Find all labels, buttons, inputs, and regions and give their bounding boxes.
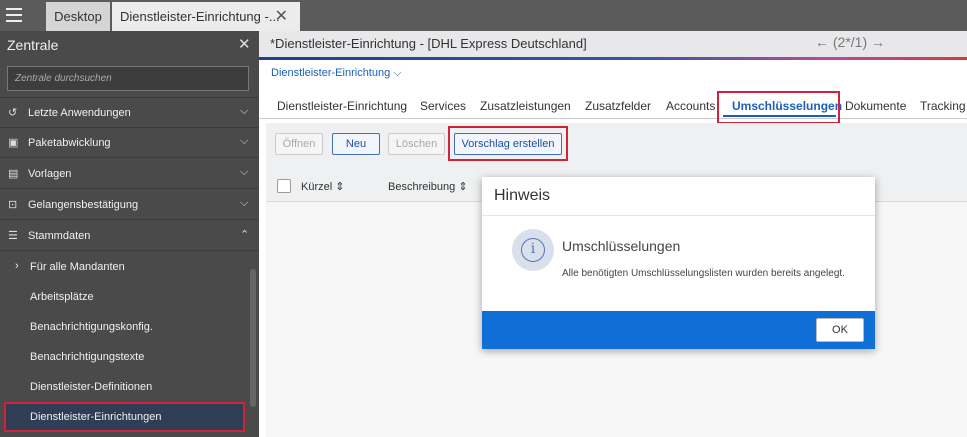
chevron-down-icon: ⌵ (240, 105, 249, 117)
tab-tracking[interactable]: Tracking (920, 99, 966, 113)
tab-dienstleister-einrichtung[interactable]: Dienstleister-Einrichtung (277, 99, 407, 113)
database-icon: ☰ (8, 230, 18, 242)
column-kuerzel[interactable]: Kürzel ⇕ (301, 180, 344, 193)
arrow-right-icon[interactable]: → (871, 34, 885, 50)
arrow-left-icon[interactable]: ← (815, 34, 829, 50)
info-dialog: Hinweis i Umschlüsselungen Alle benötigt… (482, 177, 875, 349)
sidebar-subitem-dienstleister-definitionen[interactable]: Dienstleister-Definitionen (0, 372, 250, 402)
sidebar-subitem-arbeitsplaetze[interactable]: Arbeitsplätze (0, 282, 250, 312)
new-button[interactable]: Neu (332, 133, 380, 155)
close-icon[interactable]: ✕ (275, 2, 288, 31)
detail-tabs: Dienstleister-Einrichtung Services Zusat… (259, 93, 967, 119)
sidebar-subitem-label: Arbeitsplätze (30, 291, 94, 303)
tab-zusatzfelder[interactable]: Zusatzfelder (585, 99, 651, 113)
sidebar-subitem-label: Dienstleister-Einrichtungen (30, 411, 162, 423)
chevron-down-icon: ⌵ (393, 67, 402, 79)
column-label: Kürzel (301, 181, 333, 193)
divider (482, 215, 875, 216)
tab-dokumente[interactable]: Dokumente (845, 99, 906, 113)
package-icon: ▣ (8, 137, 19, 149)
sidebar: Zentrale ✕ Zentrale durchsuchen ↺ Letzte… (0, 31, 259, 437)
pager-label: (2*/1) (832, 34, 868, 50)
main-header: *Dienstleister-Einrichtung - [DHL Expres… (259, 31, 967, 57)
dialog-title: Hinweis (494, 187, 551, 204)
chevron-right-icon: › (15, 260, 19, 272)
sidebar-item-stammdaten[interactable]: ☰ Stammdaten ⌃ (0, 221, 259, 251)
sidebar-item-label: Gelangensbestätigung (28, 199, 139, 211)
sidebar-title: Zentrale (7, 37, 59, 53)
sidebar-search-input[interactable]: Zentrale durchsuchen (7, 66, 249, 91)
breadcrumb-label: Dienstleister-Einrichtung (271, 67, 391, 79)
sort-icon: ⇕ (335, 181, 345, 193)
sidebar-item-paketabwicklung[interactable]: ▣ Paketabwicklung ⌵ (0, 128, 259, 158)
sidebar-subitem-dienstleister-einrichtungen[interactable]: Dienstleister-Einrichtungen (4, 402, 245, 432)
chevron-down-icon: ⌵ (240, 135, 249, 147)
open-button[interactable]: Öffnen (275, 133, 323, 155)
chevron-up-icon: ⌃ (240, 229, 250, 241)
sidebar-subitem-label: Benachrichtigungskonfig. (30, 321, 153, 333)
chevron-down-icon: ⌵ (240, 197, 249, 209)
tab-desktop[interactable]: Desktop (46, 2, 110, 31)
dialog-heading: Umschlüsselungen (562, 238, 681, 254)
dialog-message: Alle benötigten Umschlüsselungslisten wu… (562, 268, 845, 279)
breadcrumb[interactable]: Dienstleister-Einrichtung ⌵ (271, 67, 402, 80)
sidebar-item-gelangensbestaetigung[interactable]: ⊡ Gelangensbestätigung ⌵ (0, 190, 259, 220)
sidebar-item-label: Vorlagen (28, 168, 72, 180)
info-icon: i (512, 229, 554, 271)
sidebar-item-label: Paketabwicklung (28, 137, 111, 149)
sidebar-subitem-benachrichtigungstexte[interactable]: Benachrichtigungstexte (0, 342, 250, 372)
history-icon: ↺ (8, 107, 18, 119)
sidebar-subitem-label: Benachrichtigungstexte (30, 351, 145, 363)
page-title: *Dienstleister-Einrichtung - [DHL Expres… (270, 36, 587, 51)
column-beschreibung[interactable]: Beschreibung ⇕ (388, 180, 468, 193)
sidebar-subitem-fuer-alle-mandanten[interactable]: › Für alle Mandanten (0, 252, 250, 282)
sidebar-subitem-benachrichtigungskonfig[interactable]: Benachrichtigungskonfig. (0, 312, 250, 342)
accent-line (259, 57, 967, 60)
chevron-down-icon: ⌵ (240, 166, 249, 178)
sidebar-item-label: Stammdaten (28, 230, 91, 242)
dialog-footer: OK (482, 311, 875, 349)
select-all-checkbox[interactable] (277, 179, 291, 193)
sidebar-scrollbar[interactable] (250, 269, 256, 407)
sidebar-subitem-label: Dienstleister-Definitionen (30, 381, 153, 393)
tab-dienstleister-einrichtung[interactable]: Dienstleister-Einrichtung -... ✕ (112, 2, 300, 31)
ok-button[interactable]: OK (816, 318, 864, 342)
column-label: Beschreibung (388, 181, 456, 193)
sidebar-item-letzte-anwendungen[interactable]: ↺ Letzte Anwendungen ⌵ (0, 98, 259, 128)
menu-icon[interactable] (6, 8, 22, 22)
sidebar-item-vorlagen[interactable]: ▤ Vorlagen ⌵ (0, 159, 259, 189)
tab-label: Dienstleister-Einrichtung -... (120, 9, 280, 24)
highlight-tab-frame (717, 91, 840, 124)
tab-accounts[interactable]: Accounts (666, 99, 715, 113)
confirmation-icon: ⊡ (8, 199, 18, 211)
tab-services[interactable]: Services (420, 99, 466, 113)
unpin-icon[interactable]: ✕ (238, 35, 251, 53)
sidebar-subitem-label: Für alle Mandanten (30, 261, 125, 273)
pager: ← (2*/1) → (815, 34, 885, 50)
delete-button[interactable]: Löschen (388, 133, 445, 155)
template-icon: ▤ (8, 168, 19, 180)
sort-icon: ⇕ (458, 181, 468, 193)
highlight-button-frame (448, 126, 568, 161)
sidebar-item-label: Letzte Anwendungen (28, 107, 131, 119)
tab-zusatzleistungen[interactable]: Zusatzleistungen (480, 99, 571, 113)
top-tab-bar: Desktop Dienstleister-Einrichtung -... ✕ (0, 0, 967, 31)
